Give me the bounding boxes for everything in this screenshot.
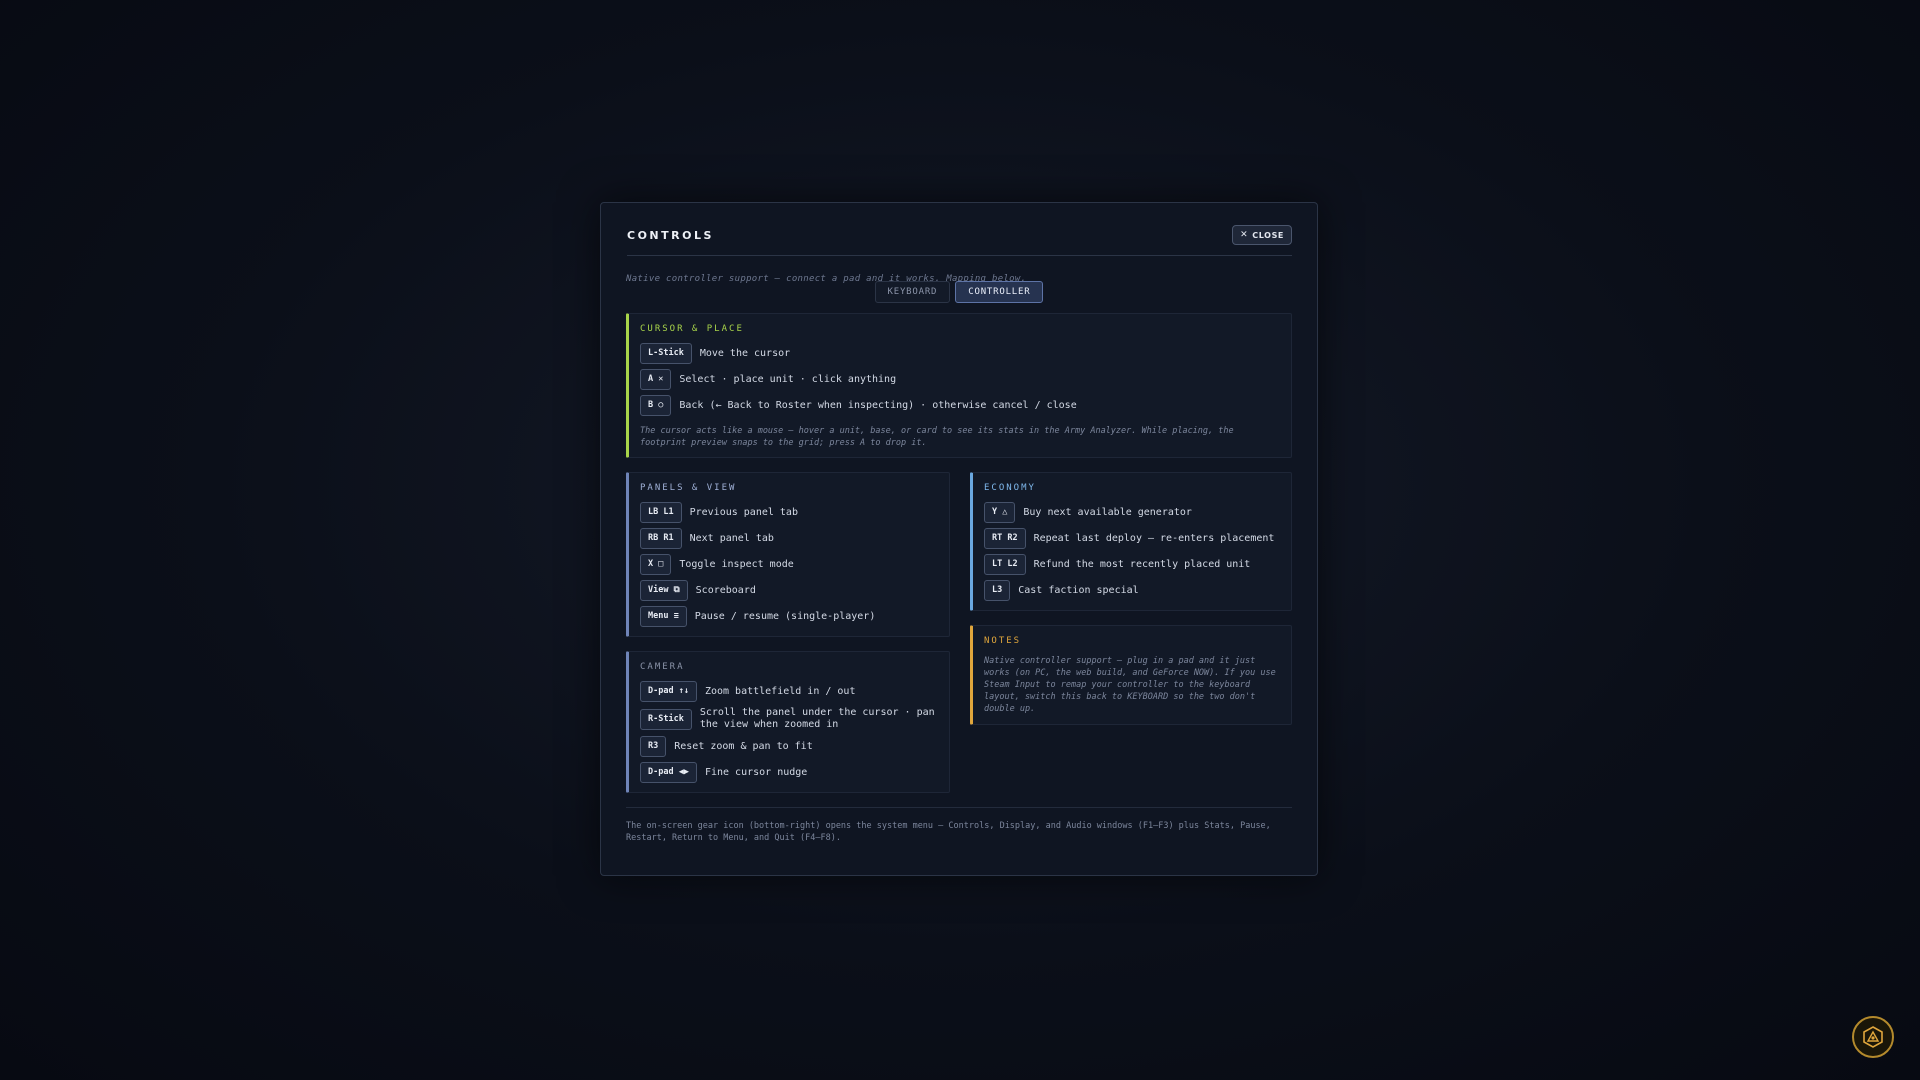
binding-row: X □ Toggle inspect mode <box>640 554 937 575</box>
binding-text: Repeat last deploy — re-enters placement <box>1033 533 1275 544</box>
binding-row: RT R2 Repeat last deploy — re-enters pla… <box>984 528 1279 549</box>
binding-text: Next panel tab <box>689 533 774 544</box>
close-label: CLOSE <box>1252 230 1284 240</box>
section-economy: ECONOMY Y △ Buy next available generator… <box>970 472 1292 611</box>
binding-text: Buy next available generator <box>1023 507 1192 518</box>
binding-row: D-pad ◀▶ Fine cursor nudge <box>640 762 937 783</box>
binding-text: Refund the most recently placed unit <box>1033 559 1251 570</box>
section-title: ECONOMY <box>984 483 1036 493</box>
binding-text: Cast faction special <box>1018 585 1139 596</box>
key-badge: R3 <box>640 736 667 757</box>
section-title: NOTES <box>984 636 1022 646</box>
key-badge: B ○ <box>640 395 672 416</box>
section-note: The cursor acts like a mouse — hover a u… <box>640 426 1234 448</box>
system-menu-button[interactable] <box>1852 1016 1894 1058</box>
binding-text: Move the cursor <box>699 348 791 359</box>
binding-text: Back (← Back to Roster when inspecting) … <box>679 400 1077 411</box>
binding-row: RB R1 Next panel tab <box>640 528 937 549</box>
section-title: PANELS & VIEW <box>640 483 737 493</box>
binding-text: Zoom battlefield in / out <box>704 686 856 697</box>
binding-row: View ⧉ Scoreboard <box>640 580 937 601</box>
key-badge: D-pad ↑↓ <box>640 681 697 702</box>
binding-text: Toggle inspect mode <box>679 559 794 570</box>
binding-row: L-Stick Move the cursor <box>640 343 1279 364</box>
right-column: ECONOMY Y △ Buy next available generator… <box>970 472 1292 793</box>
key-badge: D-pad ◀▶ <box>640 762 697 783</box>
section-notes: NOTES Native controller support — plug i… <box>970 625 1292 725</box>
binding-row: D-pad ↑↓ Zoom battlefield in / out <box>640 681 937 702</box>
key-badge: LT L2 <box>984 554 1026 575</box>
key-badge: View ⧉ <box>640 580 688 601</box>
binding-text: Previous panel tab <box>689 507 798 518</box>
key-badge: L-Stick <box>640 343 692 364</box>
modal-header: CONTROLS ✕ CLOSE <box>627 225 1292 256</box>
binding-row: A ✕ Select · place unit · click anything <box>640 369 1279 390</box>
key-badge: X □ <box>640 554 672 575</box>
tab-keyboard[interactable]: KEYBOARD <box>874 281 951 303</box>
binding-text: Scoreboard <box>695 585 756 596</box>
section-title: CAMERA <box>640 662 685 672</box>
binding-text: Scroll the panel under the cursor · pan … <box>699 707 935 730</box>
section-camera: CAMERA D-pad ↑↓ Zoom battlefield in / ou… <box>626 651 950 793</box>
modal-footer: The on-screen gear icon (bottom-right) o… <box>626 807 1292 844</box>
sections-grid: PANELS & VIEW LB L1 Previous panel tab R… <box>626 472 1292 793</box>
modal-title: CONTROLS <box>627 228 714 242</box>
section-cursor-place: CURSOR & PLACE L-Stick Move the cursor A… <box>626 313 1292 458</box>
gear-icon <box>1863 1026 1883 1048</box>
binding-row: Menu ≡ Pause / resume (single-player) <box>640 606 937 627</box>
close-button[interactable]: ✕ CLOSE <box>1232 225 1292 245</box>
binding-text: Fine cursor nudge <box>704 767 808 778</box>
key-badge: RT R2 <box>984 528 1026 549</box>
binding-row: LT L2 Refund the most recently placed un… <box>984 554 1279 575</box>
key-badge: RB R1 <box>640 528 682 549</box>
key-badge: Menu ≡ <box>640 606 687 627</box>
binding-row: R3 Reset zoom & pan to fit <box>640 736 937 757</box>
close-icon: ✕ <box>1240 230 1249 240</box>
binding-row: R-Stick Scroll the panel under the curso… <box>640 707 937 731</box>
controls-modal: CONTROLS ✕ CLOSE Native controller suppo… <box>600 202 1318 876</box>
binding-text: Select · place unit · click anything <box>679 374 897 385</box>
key-badge: LB L1 <box>640 502 682 523</box>
section-panels-view: PANELS & VIEW LB L1 Previous panel tab R… <box>626 472 950 637</box>
binding-row: LB L1 Previous panel tab <box>640 502 937 523</box>
key-badge: R-Stick <box>640 708 692 730</box>
layout-tabs: KEYBOARD CONTROLLER <box>626 281 1292 303</box>
key-badge: L3 <box>984 580 1011 601</box>
binding-text: Pause / resume (single-player) <box>694 611 876 622</box>
section-title: CURSOR & PLACE <box>640 324 744 334</box>
key-badge: Y △ <box>984 502 1016 523</box>
left-column: PANELS & VIEW LB L1 Previous panel tab R… <box>626 472 950 793</box>
binding-row: B ○ Back (← Back to Roster when inspecti… <box>640 395 1279 416</box>
tab-controller[interactable]: CONTROLLER <box>955 281 1044 303</box>
notes-text: Native controller support — plug in a pa… <box>984 656 1276 714</box>
binding-text: Reset zoom & pan to fit <box>674 741 813 752</box>
key-badge: A ✕ <box>640 369 672 390</box>
binding-row: Y △ Buy next available generator <box>984 502 1279 523</box>
binding-row: L3 Cast faction special <box>984 580 1279 601</box>
